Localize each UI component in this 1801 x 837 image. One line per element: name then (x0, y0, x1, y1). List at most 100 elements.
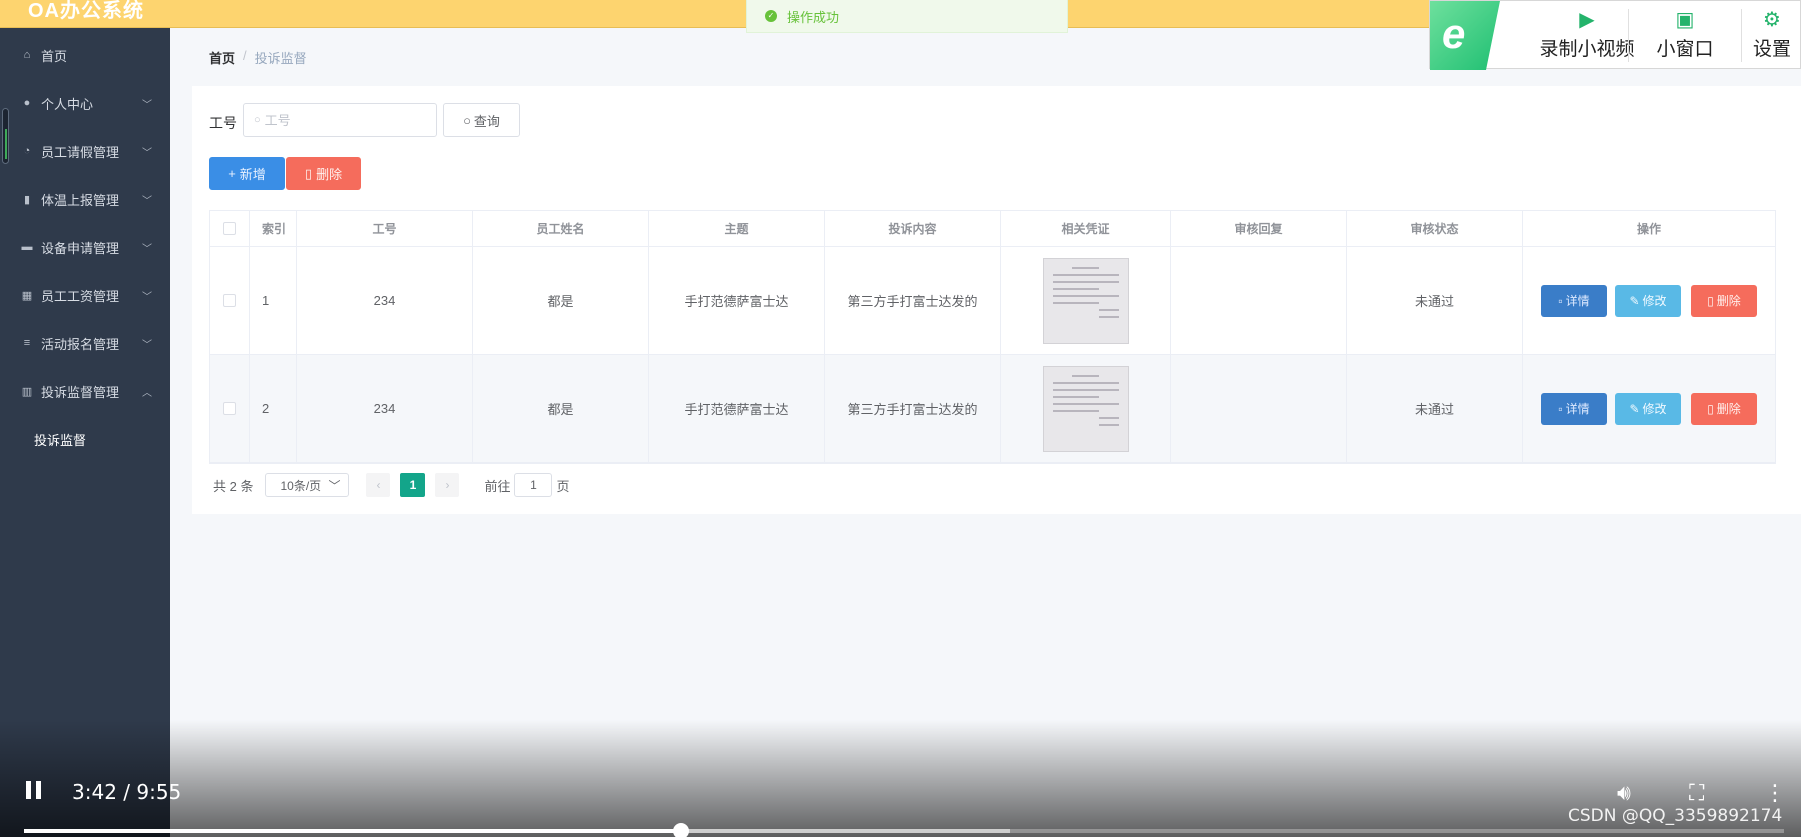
watermark: CSDN @QQ_3359892174 (1568, 806, 1783, 826)
sidebar-item-equipment[interactable]: ▬ 设备申请管理 ﹀ (0, 223, 170, 271)
plus-icon: + (228, 166, 236, 181)
fullscreen-icon[interactable]: ⛶ (1689, 780, 1704, 806)
video-progress-handle[interactable] (672, 823, 689, 837)
employee-no-input[interactable] (264, 112, 415, 128)
edit-button[interactable]: ✎ 修改 (1615, 284, 1681, 317)
topic-cell: 手打范德萨富士达 (649, 247, 825, 354)
delete-button-label: 删除 (1716, 402, 1741, 416)
video-controls-overlay (0, 720, 1801, 837)
content-cell: 第三方手打富士达发的 (825, 355, 1001, 462)
search-input-wrapper[interactable]: ○ (243, 103, 437, 137)
settings-button[interactable]: ⚙ 设置 (1742, 1, 1801, 70)
trash-icon: ▯ (304, 165, 313, 181)
mini-window-label: 小窗口 (1656, 39, 1714, 60)
prev-page-button[interactable]: ‹ (366, 473, 391, 497)
edit-button[interactable]: ✎ 修改 (1615, 392, 1681, 425)
select-all-checkbox[interactable] (223, 222, 236, 235)
proof-image-thumbnail[interactable] (1042, 365, 1129, 452)
success-toast: ✓ 操作成功 (746, 0, 1068, 33)
delete-button-label: 删除 (316, 167, 343, 182)
sidebar-subitem-complaint-supervision[interactable]: 投诉监督 (0, 417, 170, 461)
sidebar-subitem-label: 投诉监督 (34, 432, 87, 448)
check-circle-icon: ✓ (765, 10, 777, 22)
search-label: 工号 (209, 115, 237, 131)
settings-label: 设置 (1752, 39, 1791, 60)
detail-button[interactable]: ▫ 详情 (1541, 392, 1607, 425)
add-button[interactable]: + 新增 (209, 157, 285, 190)
sidebar-item-profile[interactable]: ● 个人中心 ﹀ (0, 79, 170, 127)
browser-logo-icon: e (1430, 1, 1500, 70)
actions-cell: ▫ 详情 ✎ 修改 ▯ 删除 (1523, 355, 1775, 462)
video-camera-icon: ▶ (1579, 9, 1595, 31)
sidebar-item-label: 体温上报管理 (41, 192, 120, 208)
sidebar-item-activity[interactable]: ≡ 活动报名管理 ﹀ (0, 319, 170, 367)
complaint-table: 索引 工号 员工姓名 主题 投诉内容 相关凭证 审核回复 审核状态 操作 1 2… (209, 210, 1776, 464)
next-page-button[interactable]: › (435, 473, 460, 497)
app-title: OA办公系统 (28, 0, 144, 22)
status-cell: 未通过 (1347, 355, 1523, 462)
batch-delete-button[interactable]: ▯ 删除 (286, 157, 361, 190)
chevron-down-icon: ﹀ (142, 100, 152, 111)
employee-name-cell: 都是 (473, 355, 649, 462)
trash-icon: ▯ (1707, 401, 1714, 416)
query-button[interactable]: ○ 查询 (443, 103, 520, 137)
document-icon: ▫ (1558, 293, 1563, 308)
document-icon: ▫ (1558, 401, 1563, 416)
proof-image-thumbnail[interactable] (1042, 257, 1129, 344)
sidebar-item-home[interactable]: ⌂ 首页 (0, 31, 170, 79)
main-card: 工号 ○ ○ 查询 + 新增 ▯ 删除 索引 工号 员工姓名 主题 投诉内容 相… (192, 86, 1801, 514)
pause-icon[interactable] (26, 781, 46, 801)
more-options-icon[interactable]: ⋮ (1764, 780, 1786, 806)
sidebar-item-leave[interactable]: ◔ 员工请假管理 ﹀ (0, 127, 170, 175)
record-video-label: 录制小视频 (1539, 39, 1635, 60)
delete-button[interactable]: ▯ 删除 (1691, 284, 1757, 317)
query-button-label: 查询 (473, 113, 500, 129)
delete-button[interactable]: ▯ 删除 (1691, 392, 1757, 425)
breadcrumb: 首页 / 投诉监督 (209, 48, 307, 67)
pagination-total: 共 2 条 (213, 478, 254, 494)
sidebar-item-salary[interactable]: ▦ 员工工资管理 ﹀ (0, 271, 170, 319)
edit-button-label: 修改 (1642, 294, 1667, 308)
header-cell: 审核状态 (1347, 211, 1523, 246)
delete-button-label: 删除 (1716, 294, 1741, 308)
row-checkbox[interactable] (223, 294, 236, 307)
pagination: 共 2 条 10条/页 ﹀ ‹ 1 › 前往 1 页 (213, 473, 570, 497)
header-cell: 工号 (297, 211, 473, 246)
volume-icon[interactable]: 🔊︎ (1617, 780, 1631, 806)
goto-prefix: 前往 (484, 478, 511, 494)
header-cell: 索引 (250, 211, 297, 246)
user-icon: ● (23, 97, 31, 109)
sidebar-item-label: 设备申请管理 (41, 240, 120, 256)
trash-icon: ▯ (1707, 293, 1714, 308)
detail-button[interactable]: ▫ 详情 (1541, 284, 1607, 317)
proof-cell (1001, 247, 1171, 354)
mini-window-button[interactable]: ▣ 小窗口 (1629, 1, 1741, 70)
page-number-current[interactable]: 1 (400, 473, 426, 497)
video-time: 3:42 / 9:55 (72, 780, 182, 804)
employee-name-cell: 都是 (473, 247, 649, 354)
list-icon: ≡ (23, 337, 31, 349)
header-cell: 员工姓名 (473, 211, 649, 246)
row-checkbox[interactable] (223, 402, 236, 415)
home-icon: ⌂ (23, 49, 31, 61)
tv-icon: ▣ (1675, 9, 1695, 31)
breadcrumb-home[interactable]: 首页 (209, 48, 235, 67)
sidebar-item-label: 员工请假管理 (41, 144, 120, 160)
sidebar-item-label: 首页 (41, 48, 68, 64)
briefcase-icon: ▬ (21, 241, 33, 253)
table-row: 2 234 都是 手打范德萨富士达 第三方手打富士达发的 未通过 ▫ 详情 ✎ 修改… (210, 355, 1775, 463)
actions-cell: ▫ 详情 ✎ 修改 ▯ 删除 (1523, 247, 1775, 354)
page-size-select[interactable]: 10条/页 ﹀ (265, 473, 350, 497)
breadcrumb-separator: / (243, 48, 247, 63)
header-cell: 投诉内容 (825, 211, 1001, 246)
add-button-label: 新增 (239, 167, 266, 182)
chevron-down-icon: ﹀ (142, 148, 152, 159)
status-cell: 未通过 (1347, 247, 1523, 354)
header-cell: 主题 (649, 211, 825, 246)
sidebar-item-temperature[interactable]: ▮ 体温上报管理 ﹀ (0, 175, 170, 223)
sidebar-item-complaint[interactable]: ▥ 投诉监督管理 ︿ (0, 367, 170, 415)
goto-page-input[interactable]: 1 (514, 473, 553, 497)
gear-icon: ⚙ (1763, 9, 1781, 31)
sidebar-item-label: 个人中心 (41, 96, 94, 112)
pencil-icon: ✎ (1629, 401, 1640, 416)
